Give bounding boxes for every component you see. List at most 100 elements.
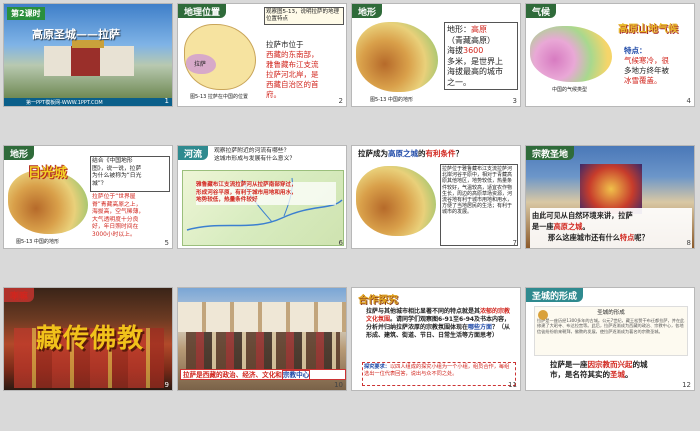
text-span: 拉萨与其他城市相比显著不同的: [366, 308, 451, 315]
slide-thumbnail-3[interactable]: 地形 图5-13 中国的地形 地形：高原 （青藏高原） 海拔3600 多米，是世…: [351, 3, 521, 107]
document-image: 圣城的形成 拉萨是一座历经1300多年的古城。公元7世纪，藏王松赞干布迁都拉萨，…: [534, 306, 688, 356]
text-line: 多米，是世界上: [447, 56, 503, 66]
slide-title: 拉萨成为高原之城的有利条件？: [358, 149, 464, 159]
text-line: 特点：: [624, 46, 647, 55]
answer-text: 雅鲁藏布江支流拉萨河从拉萨南部穿过， 形成河谷平原，有利于城市用地和用水， 地势…: [196, 182, 336, 205]
slide-thumbnail-6[interactable]: 河流 观察拉萨附近的河流有哪些？ 这城市形成与发展有什么意义？ 雅鲁藏布江支流拉…: [177, 145, 347, 249]
req-label: 探究要求：: [364, 364, 390, 370]
title-span: 的: [418, 149, 426, 158]
question-text: 观察拉萨附近的河流有哪些？ 这城市形成与发展有什么意义？: [214, 148, 295, 163]
map-caption: 图5-13 中国的地形: [16, 239, 59, 245]
map-label: 拉萨: [194, 61, 207, 68]
overlay-text: 由此可见从自然环境来讲，拉萨 是一座高原之城。 那么这座城市还有什么特点呢？: [532, 210, 690, 243]
sunshine-city-title: 日光城: [28, 166, 68, 181]
text-line: （青藏高原）: [447, 35, 495, 45]
text-line: 城”？: [92, 180, 107, 187]
slide-header: 圣城的形成: [526, 288, 584, 302]
terrain-textbox: 地形：高原 （青藏高原） 海拔3600 多米，是世界上 海拔最高的城市 之一。: [444, 22, 518, 90]
requirement-box: 探究要求：以四人组成的探究小组为一个小组，组员合作，每组选出一位代表回答，说出与…: [362, 362, 516, 386]
slide-header: 地理位置: [178, 4, 227, 18]
text-span: 。: [625, 370, 633, 379]
text-line: 3000小时以上。: [92, 231, 136, 238]
text-line: 市，是名符其实的圣城。: [550, 370, 648, 380]
conclusion-text: 拉萨是一座因宗教而兴起的城 市，是名符其实的圣城。: [550, 360, 648, 380]
text-overlay: 由此可见从自然环境来讲，拉萨 是一座高原之城。 那么这座城市还有什么特点呢？: [530, 208, 692, 248]
slide-thumbnail-9[interactable]: 喇嘛 藏传佛教 9: [3, 287, 173, 391]
caption-box: 拉萨是西藏的政治、经济、文化和宗教中心: [180, 369, 346, 380]
slide-thumbnail-7[interactable]: 拉萨成为高原之城的有利条件？ 拉萨位于雅鲁藏布江支流拉萨河北岸河谷平原中，相对于…: [351, 145, 521, 249]
text-line: 形成河谷平原，有利于城市用地和用水，: [196, 189, 297, 196]
palace-shape: [44, 46, 134, 76]
text-line: 大气透明度十分良: [92, 216, 139, 223]
text-line: 冰雪覆盖。: [624, 76, 662, 85]
text-span: 拉萨是一座: [550, 360, 588, 369]
slide-header: 地形: [352, 4, 383, 18]
text-span: 地形：: [447, 25, 471, 34]
text-line: 拉萨是一座因宗教而兴起的城: [550, 360, 648, 370]
question-box: 结合《中国地形 图》，说一说，拉萨 为什么被称为“日光 城”？: [90, 156, 170, 192]
slide-title: 高原圣城——拉萨: [32, 28, 120, 41]
slide-header: 河流: [178, 146, 209, 160]
text-line: 气候寒冷，很: [624, 56, 690, 66]
instruction-note: 观察图5-13，说明拉萨的地理位置特点: [264, 7, 344, 25]
caption-text: 拉萨是西藏的政治、经济、文化和宗教中心: [183, 370, 343, 380]
features-text: 特点： 气候寒冷，很 多地方终年被 冰雪覆盖。: [624, 46, 690, 86]
text-span: 3600: [463, 46, 484, 55]
text-line: 为什么被称为“日光: [92, 173, 142, 179]
question-text: 结合《中国地形 图》，说一说，拉萨 为什么被称为“日光 城”？: [92, 158, 168, 188]
text-span: 。: [582, 222, 590, 231]
slide-thumbnail-8[interactable]: 宗教圣地 由此可见从自然环境来讲，拉萨 是一座高原之城。 那么这座城市还有什么特…: [525, 145, 695, 249]
climate-title: 高原山地气候: [618, 24, 678, 35]
text-line: 海拔最高的城市: [447, 67, 503, 76]
text-line: 拉萨市位于: [266, 40, 304, 49]
text-line: 府。: [266, 90, 281, 99]
slide-header: 气候: [526, 4, 557, 18]
caption-span: 宗教中心: [281, 370, 311, 380]
title-span: 拉萨成为: [358, 149, 388, 158]
slide-number: 10: [334, 381, 343, 389]
text-line: 结合《中国地形: [92, 158, 133, 164]
slide-thumbnail-1[interactable]: 第2课时 高原圣城——拉萨 第一PPT模板网-WWW.1PPT.COM 1: [3, 3, 173, 107]
text-line: 之一。: [447, 77, 471, 87]
title-span: 高原之城: [388, 149, 418, 158]
location-text: 拉萨市位于 西藏的东南部， 雅鲁藏布江支流 拉萨河北岸，是 西藏自治区的首 府。: [266, 40, 319, 100]
slide-number: 5: [164, 239, 169, 247]
buddhism-title: 藏传佛教: [36, 324, 145, 354]
text-line: 拉萨河北岸，是: [266, 70, 319, 79]
requirement-text: 探究要求：以四人组成的探究小组为一个小组，组员合作，每组选出一位代表回答，说出与…: [364, 364, 514, 377]
text-line: 地形：高原: [447, 25, 515, 36]
slide-thumbnail-10[interactable]: 拉萨是西藏的政治、经济、文化和宗教中心 10: [177, 287, 347, 391]
title-span: 有利条件: [425, 149, 456, 158]
task-text: 拉萨与其他城市相比显著不同的特点就是其浓郁的宗教文化氛围。请同学们观察图6-91…: [366, 308, 516, 340]
slide-number: 3: [512, 97, 517, 105]
slide-thumbnail-12[interactable]: 圣城的形成 圣城的形成 拉萨是一座历经1300多年的古城。公元7世纪，藏王松赞干…: [525, 287, 695, 391]
map-caption: 中国的气候类型: [552, 87, 588, 93]
text-line: 海拔3600: [447, 46, 515, 57]
doc-icon: [538, 310, 548, 320]
text-line: 西藏自治区的首: [266, 80, 319, 89]
answer-text: 拉萨位于“世界屋 脊”青藏高原之上， 海拔高，空气稀薄， 大气透明度十分良 好，…: [92, 194, 144, 239]
slide-number: 8: [686, 239, 691, 247]
doc-title: 圣城的形成: [597, 310, 625, 316]
climate-map: [530, 26, 612, 82]
slide-thumbnail-4[interactable]: 气候 中国的气候类型 高原山地气候 特点： 气候寒冷，很 多地方终年被 冰雪覆盖…: [525, 3, 695, 107]
slide-header: 宗教圣地: [526, 146, 575, 160]
slide-number: 7: [512, 239, 517, 247]
cooperate-title: 合作探究: [358, 295, 398, 306]
text-line: 这城市形成与发展有什么意义？: [214, 155, 296, 162]
text-line: 脊”青藏高原之上，: [92, 201, 142, 208]
text-span: 海拔: [447, 46, 463, 55]
text-line: 是一座高原之城。: [532, 221, 690, 232]
conditions-box: 拉萨位于雅鲁藏布江支流拉萨河北岸河谷平原中，相对于青藏高原其他地区，地势较低，热…: [440, 164, 518, 246]
slide-header: 喇嘛: [4, 288, 35, 302]
slide-thumbnail-2[interactable]: 地理位置 拉萨 图5-13 拉萨在中国的位置 观察图5-13，说明拉萨的地理位置…: [177, 3, 347, 107]
text-span: 市，是名符其实的: [550, 370, 610, 379]
title-span: ？: [455, 149, 464, 158]
text-line: 多地方终年被: [624, 66, 669, 75]
doc-text: 拉萨是一座历经1300多年的古城。公元7世纪，藏王松赞干布迁都拉萨，并在此修建了…: [537, 317, 685, 334]
map-caption: 图5-13 中国的地形: [370, 97, 413, 103]
thangka-panel: [580, 164, 642, 214]
slide-thumbnail-11[interactable]: 合作探究 拉萨与其他城市相比显著不同的特点就是其浓郁的宗教文化氛围。请同学们观察…: [351, 287, 521, 391]
slide-thumbnail-5[interactable]: 地形 日光城 图5-13 中国的地形 结合《中国地形 图》，说一说，拉萨 为什么…: [3, 145, 173, 249]
text-span: 特点: [619, 233, 635, 242]
